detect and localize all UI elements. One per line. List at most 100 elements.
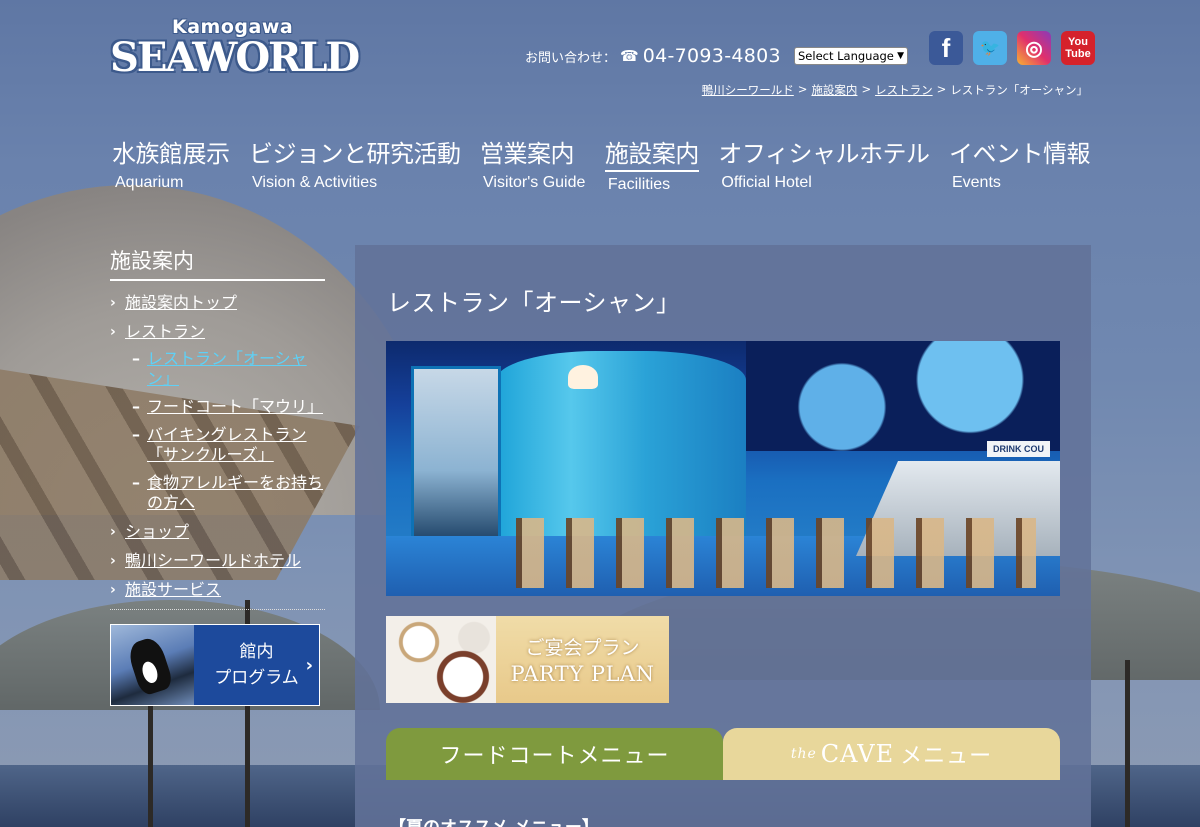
chevron-right-icon: › [110,524,116,540]
sidebar-link[interactable]: 施設サービス [125,580,221,600]
global-nav: 水族館展示 Aquarium ビジョンと研究活動 Vision & Activi… [112,138,1090,194]
program-banner-text: 館内 プログラム › [194,625,319,705]
program-line2: プログラム [214,668,299,688]
breadcrumb-facilities[interactable]: 施設案内 [811,82,857,98]
nav-label-en: Vision & Activities [252,174,378,191]
sidebar-sublink[interactable]: 食物アレルギーをお持ちの方へ [147,473,325,513]
breadcrumb-restaurant[interactable]: レストラン [875,82,933,98]
menu-tabs: フードコートメニュー the CAVE メニュー [386,728,1060,780]
nav-facilities[interactable]: 施設案内 Facilities [604,138,699,194]
nav-official-hotel[interactable]: オフィシャルホテル Official Hotel [718,138,930,194]
tab-cave-menu[interactable]: the CAVE メニュー [723,728,1060,780]
logo-seaworld: SEAWORLD [110,34,360,81]
instagram-icon[interactable]: ◎ [1017,31,1051,65]
sidebar-item-hotel: › 鴨川シーワールドホテル [110,551,325,571]
instagram-glyph: ◎ [1025,37,1043,60]
chevron-right-icon: › [110,553,116,569]
nav-visitor-guide[interactable]: 営業案内 Visitor's Guide [480,138,585,194]
youtube-glyph-bottom: Tube [1065,48,1091,60]
dash-icon: – [132,425,140,444]
photo-tank [411,366,501,541]
contact-info: お問い合わせ： ☎ 04-7093-4803 [525,45,781,67]
phone-number[interactable]: 04-7093-4803 [643,45,781,67]
youtube-glyph-top: You [1068,36,1088,48]
tab-cave-the: the [790,746,817,762]
party-food-photo [386,616,496,703]
sidebar-divider [110,609,325,610]
sidebar-item-services: › 施設サービス [110,580,325,600]
chevron-down-icon: ▼ [897,51,904,61]
nav-events[interactable]: イベント情報 Events [948,138,1091,194]
sidebar-sublink[interactable]: バイキングレストラン「サンクルーズ」 [147,425,325,465]
sidebar: 施設案内 › 施設案内トップ › レストラン – レストラン「オーシャン」 – … [110,245,325,706]
contact-label: お問い合わせ： [525,50,617,66]
sidebar-list: › 施設案内トップ › レストラン [110,293,325,342]
program-line1: 館内 [239,642,274,662]
tab-cave-main: CAVE [820,740,895,768]
dash-icon: – [132,349,140,368]
facebook-glyph: f [941,32,951,63]
sidebar-link[interactable]: 施設案内トップ [125,293,237,313]
dash-icon: – [132,397,140,416]
nav-aquarium[interactable]: 水族館展示 Aquarium [112,138,230,194]
sidebar-subitem-allergy: – 食物アレルギーをお持ちの方へ [132,473,325,513]
twitter-icon[interactable]: 🐦 [973,31,1007,65]
photo-ceiling [746,341,1060,451]
nav-label-en: Visitor's Guide [483,174,586,191]
party-plan-banner[interactable]: ご宴会プラン PARTY PLAN [386,616,669,703]
nav-label-jp: イベント情報 [948,140,1091,168]
breadcrumb-separator: > [861,82,872,96]
sidebar-sublink-current[interactable]: レストラン「オーシャン」 [147,349,325,389]
tab-cave-suffix: メニュー [900,744,993,769]
sidebar-subitem-ocean: – レストラン「オーシャン」 [132,349,325,389]
sidebar-link[interactable]: ショップ [125,522,189,542]
sidebar-subitem-suncruise: – バイキングレストラン「サンクルーズ」 [132,425,325,465]
nav-label-jp: 施設案内 [604,138,699,172]
sidebar-list-lower: › ショップ › 鴨川シーワールドホテル › 施設サービス [110,522,325,600]
nav-label-en: Events [951,174,1001,191]
facebook-icon[interactable]: f [929,31,963,65]
nav-vision[interactable]: ビジョンと研究活動 Vision & Activities [249,138,461,194]
site-logo[interactable]: Kamogawa SEAWORLD [110,16,360,82]
nav-label-en: Aquarium [115,174,184,191]
party-label-en: PARTY PLAN [510,662,655,686]
sidebar-title: 施設案内 [110,245,325,281]
party-label: ご宴会プラン PARTY PLAN [496,616,669,703]
breadcrumb: 鴨川シーワールド > 施設案内 > レストラン > レストラン「オーシャン」 [702,82,1088,98]
twitter-glyph: 🐦 [980,40,1000,57]
language-select[interactable]: Select Language ▼ [794,47,908,65]
breadcrumb-separator: > [797,82,808,96]
chevron-right-icon: › [110,324,116,340]
nav-label-jp: オフィシャルホテル [718,140,930,168]
nav-label-en: Facilities [607,176,671,193]
program-banner[interactable]: 館内 プログラム › [110,624,320,706]
sidebar-subitem-mauri: – フードコート「マウリ」 [132,397,325,417]
sidebar-sublink[interactable]: フードコート「マウリ」 [147,397,323,417]
chevron-right-icon: › [110,582,116,598]
nav-label-jp: ビジョンと研究活動 [249,140,461,168]
nav-label-jp: 水族館展示 [112,140,230,168]
social-links: f 🐦 ◎ You Tube [929,31,1095,65]
breadcrumb-current: レストラン「オーシャン」 [950,83,1088,97]
nav-label-en: Official Hotel [721,174,812,191]
sidebar-link[interactable]: 鴨川シーワールドホテル [125,551,301,571]
chevron-right-icon: › [305,655,313,676]
main-panel: レストラン「オーシャン」 DRINK COU ご宴会プラン PARTY PLAN… [355,245,1091,827]
youtube-icon[interactable]: You Tube [1061,31,1095,65]
sidebar-item-restaurant: › レストラン [110,322,325,342]
chevron-right-icon: › [110,295,116,311]
page-title: レストラン「オーシャン」 [387,289,681,317]
photo-lamp [568,365,598,389]
tab-food-court-menu[interactable]: フードコートメニュー [386,728,723,780]
sidebar-item-shop: › ショップ [110,522,325,542]
breadcrumb-home[interactable]: 鴨川シーワールド [702,82,794,98]
dash-icon: – [132,473,140,492]
phone-icon: ☎ [620,47,639,65]
restaurant-photo: DRINK COU [386,341,1060,596]
summer-menu-heading: 【夏のオススメ メニュー】 [389,813,599,827]
sidebar-sub-list: – レストラン「オーシャン」 – フードコート「マウリ」 – バイキングレストラ… [132,349,325,513]
nav-label-jp: 営業案内 [480,140,575,168]
sidebar-link[interactable]: レストラン [125,322,205,342]
breadcrumb-separator: > [936,82,947,96]
sidebar-item-facilities-top: › 施設案内トップ [110,293,325,313]
